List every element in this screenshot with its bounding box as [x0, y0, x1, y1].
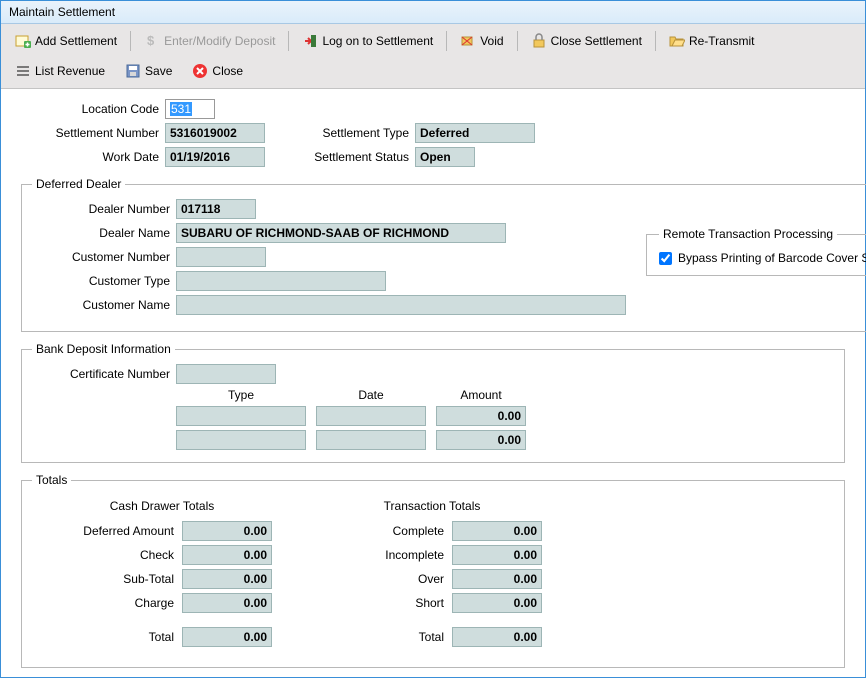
content: Location Code 531 Settlement Number 5316… — [1, 89, 865, 678]
short-label: Short — [312, 596, 452, 610]
customer-type-label: Customer Type — [32, 274, 176, 288]
window-title: Maintain Settlement — [9, 5, 115, 19]
bank-row1-date[interactable] — [316, 406, 426, 426]
trans-total-label: Total — [312, 630, 452, 644]
over-field: 0.00 — [452, 569, 542, 589]
short-field: 0.00 — [452, 593, 542, 613]
list-icon — [15, 63, 31, 79]
totals-legend: Totals — [32, 473, 71, 487]
window: Maintain Settlement Add Settlement $ Ent… — [0, 0, 866, 678]
settlement-number-field[interactable]: 5316019002 — [165, 123, 265, 143]
check-label: Check — [42, 548, 182, 562]
customer-name-field[interactable] — [176, 295, 626, 315]
deferred-amount-field: 0.00 — [182, 521, 272, 541]
complete-label: Complete — [312, 524, 452, 538]
void-icon — [460, 33, 476, 49]
enter-modify-deposit-button: $ Enter/Modify Deposit — [135, 29, 284, 53]
bank-row1-type[interactable] — [176, 406, 306, 426]
dollar-icon: $ — [144, 33, 160, 49]
toolbar: Add Settlement $ Enter/Modify Deposit Lo… — [1, 24, 865, 89]
lock-icon — [531, 33, 547, 49]
close-icon — [192, 63, 208, 79]
add-settlement-button[interactable]: Add Settlement — [6, 29, 126, 53]
bypass-printing-checkbox[interactable] — [659, 252, 672, 265]
certificate-number-field[interactable] — [176, 364, 276, 384]
list-revenue-button[interactable]: List Revenue — [6, 59, 114, 83]
bypass-printing-label: Bypass Printing of Barcode Cover Sheet — [678, 251, 866, 265]
location-code-field[interactable]: 531 — [165, 99, 215, 119]
save-button[interactable]: Save — [116, 59, 181, 83]
dealer-number-label: Dealer Number — [32, 202, 176, 216]
subtotal-field: 0.00 — [182, 569, 272, 589]
close-settlement-button[interactable]: Close Settlement — [522, 29, 651, 53]
incomplete-label: Incomplete — [312, 548, 452, 562]
settlement-status-field[interactable]: Open — [415, 147, 475, 167]
remote-transaction-legend: Remote Transaction Processing — [659, 227, 837, 241]
location-code-label: Location Code — [21, 102, 165, 116]
remote-transaction-group: Remote Transaction Processing Bypass Pri… — [646, 227, 866, 276]
charge-label: Charge — [42, 596, 182, 610]
work-date-field[interactable]: 01/19/2016 — [165, 147, 265, 167]
dealer-number-field[interactable]: 017118 — [176, 199, 256, 219]
retransmit-button[interactable]: Re-Transmit — [660, 29, 764, 53]
svg-text:$: $ — [147, 33, 155, 48]
charge-field: 0.00 — [182, 593, 272, 613]
transaction-column: Transaction Totals Complete 0.00 Incompl… — [312, 499, 552, 651]
subtotal-label: Sub-Total — [42, 572, 182, 586]
logon-icon — [302, 33, 318, 49]
transaction-header: Transaction Totals — [312, 499, 552, 513]
cash-total-field: 0.00 — [182, 627, 272, 647]
col-type: Type — [176, 388, 306, 406]
customer-number-label: Customer Number — [32, 250, 176, 264]
customer-type-field[interactable] — [176, 271, 386, 291]
certificate-number-label: Certificate Number — [32, 367, 176, 381]
deferred-amount-label: Deferred Amount — [42, 524, 182, 538]
col-date: Date — [316, 388, 426, 406]
dealer-name-field[interactable]: SUBARU OF RICHMOND-SAAB OF RICHMOND — [176, 223, 506, 243]
cash-total-label: Total — [42, 630, 182, 644]
over-label: Over — [312, 572, 452, 586]
cash-drawer-column: Cash Drawer Totals Deferred Amount 0.00 … — [42, 499, 282, 651]
void-button[interactable]: Void — [451, 29, 512, 53]
titlebar: Maintain Settlement — [1, 1, 865, 24]
save-icon — [125, 63, 141, 79]
separator — [655, 31, 656, 51]
trans-total-field: 0.00 — [452, 627, 542, 647]
settlement-number-label: Settlement Number — [21, 126, 165, 140]
close-button[interactable]: Close — [183, 59, 252, 83]
bank-deposit-legend: Bank Deposit Information — [32, 342, 175, 356]
logon-settlement-button[interactable]: Log on to Settlement — [293, 29, 442, 53]
settlement-status-label: Settlement Status — [305, 150, 415, 164]
deferred-dealer-legend: Deferred Dealer — [32, 177, 125, 191]
incomplete-field: 0.00 — [452, 545, 542, 565]
col-amount: Amount — [436, 388, 526, 406]
separator — [130, 31, 131, 51]
bank-row2-amount[interactable]: 0.00 — [436, 430, 526, 450]
add-icon — [15, 33, 31, 49]
complete-field: 0.00 — [452, 521, 542, 541]
deferred-dealer-group: Deferred Dealer Dealer Number 017118 Dea… — [21, 177, 866, 332]
separator — [517, 31, 518, 51]
bank-row1-amount[interactable]: 0.00 — [436, 406, 526, 426]
separator — [288, 31, 289, 51]
settlement-type-label: Settlement Type — [305, 126, 415, 140]
bank-deposit-group: Bank Deposit Information Certificate Num… — [21, 342, 845, 463]
totals-group: Totals Cash Drawer Totals Deferred Amoun… — [21, 473, 845, 668]
cash-drawer-header: Cash Drawer Totals — [42, 499, 282, 513]
work-date-label: Work Date — [21, 150, 165, 164]
bank-row2-type[interactable] — [176, 430, 306, 450]
bank-row2-date[interactable] — [316, 430, 426, 450]
dealer-name-label: Dealer Name — [32, 226, 176, 240]
folder-open-icon — [669, 33, 685, 49]
customer-name-label: Customer Name — [32, 298, 176, 312]
customer-number-field[interactable] — [176, 247, 266, 267]
settlement-type-field[interactable]: Deferred — [415, 123, 535, 143]
check-field: 0.00 — [182, 545, 272, 565]
separator — [446, 31, 447, 51]
